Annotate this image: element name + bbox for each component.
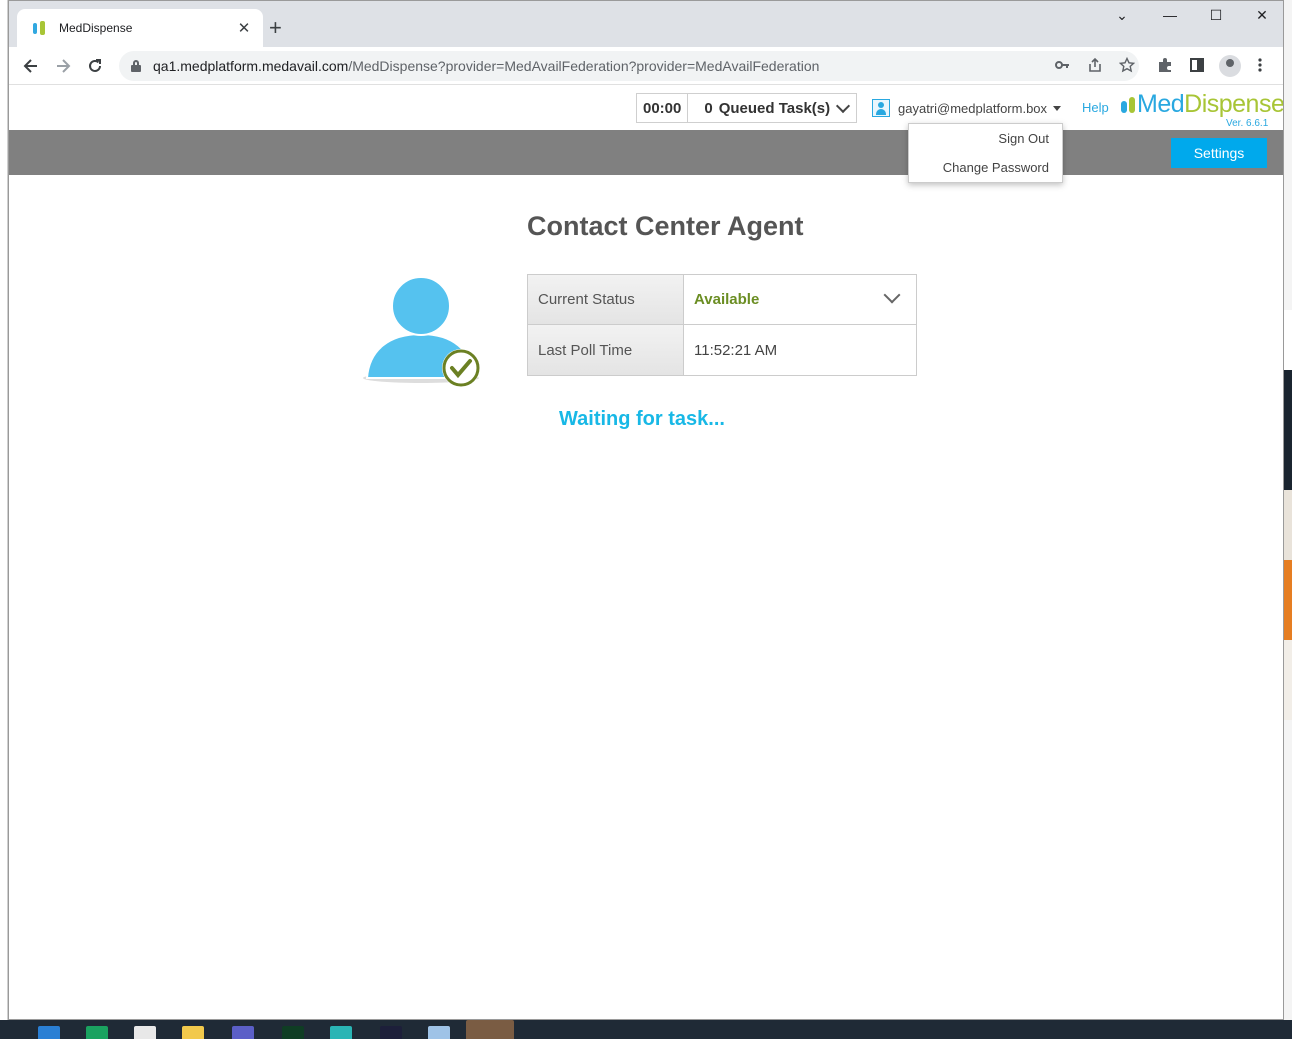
page-title: Contact Center Agent bbox=[527, 211, 804, 241]
background-right-window bbox=[1284, 0, 1292, 1020]
app-icon[interactable] bbox=[428, 1026, 450, 1039]
address-bar[interactable]: qa1.medplatform.medavail.com/MedDispense… bbox=[119, 51, 1139, 81]
chevron-down-icon[interactable] bbox=[883, 286, 901, 304]
last-poll-value: 11:52:21 AM bbox=[694, 341, 778, 359]
version-label: Ver. 6.6.1 bbox=[1226, 118, 1269, 129]
user-dropdown-menu: Sign Out Change Password bbox=[908, 123, 1063, 183]
side-panel-icon[interactable] bbox=[1189, 57, 1205, 78]
tab-close-icon[interactable]: ✕ bbox=[235, 19, 253, 37]
user-icon bbox=[872, 99, 890, 117]
app-icon[interactable] bbox=[282, 1026, 304, 1039]
meddispense-favicon-icon bbox=[33, 20, 49, 36]
last-poll-label: Last Poll Time bbox=[528, 325, 684, 375]
browser-window: MedDispense ✕ + ⌄ — ☐ ✕ qa1.medplatform.… bbox=[8, 0, 1284, 1020]
mail-app-icon[interactable] bbox=[38, 1026, 60, 1039]
kebab-menu-icon[interactable] bbox=[1257, 57, 1263, 78]
lock-icon[interactable] bbox=[131, 60, 141, 72]
status-value: Available bbox=[694, 291, 760, 308]
minimize-button[interactable]: — bbox=[1147, 7, 1193, 23]
url-text: qa1.medplatform.medavail.com/MedDispense… bbox=[153, 58, 820, 74]
windows-taskbar bbox=[0, 1020, 1292, 1039]
table-row: Current Status Available bbox=[528, 275, 916, 325]
status-table: Current Status Available Last Poll Time … bbox=[527, 274, 917, 376]
nav-bar: Settings bbox=[9, 130, 1283, 175]
new-tab-button[interactable]: + bbox=[269, 17, 282, 39]
sign-out-menu-item[interactable]: Sign Out bbox=[909, 124, 1062, 153]
help-link[interactable]: Help bbox=[1082, 100, 1109, 115]
back-icon[interactable] bbox=[15, 50, 47, 82]
table-row: Last Poll Time 11:52:21 AM bbox=[528, 325, 916, 375]
close-window-button[interactable]: ✕ bbox=[1239, 7, 1283, 24]
background-left-window bbox=[0, 0, 8, 1020]
task-timer-widget[interactable]: 00:00 0 Queued Task(s) bbox=[636, 93, 858, 123]
star-icon[interactable] bbox=[1118, 56, 1136, 77]
app-header: 00:00 0 Queued Task(s) gayatri@medplatfo… bbox=[9, 85, 1283, 130]
chrome-app-icon[interactable] bbox=[466, 1020, 514, 1039]
browser-tab[interactable]: MedDispense ✕ bbox=[17, 9, 263, 47]
user-menu[interactable]: gayatri@medplatform.box bbox=[872, 99, 1062, 117]
edge-app-icon[interactable] bbox=[86, 1026, 108, 1039]
store-app-icon[interactable] bbox=[134, 1026, 156, 1039]
meddispense-logo: MedDispense Ver. 6.6.1 bbox=[1121, 91, 1283, 129]
waiting-status-text: Waiting for task... bbox=[559, 408, 725, 430]
status-select[interactable]: Available bbox=[684, 275, 916, 324]
user-email: gayatri@medplatform.box bbox=[898, 100, 1048, 116]
browser-toolbar: qa1.medplatform.medavail.com/MedDispense… bbox=[9, 47, 1283, 85]
queued-count: 0 bbox=[704, 99, 713, 117]
app-icon[interactable] bbox=[380, 1026, 402, 1039]
teams-app-icon[interactable] bbox=[232, 1026, 254, 1039]
maximize-button[interactable]: ☐ bbox=[1193, 7, 1239, 24]
tab-title: MedDispense bbox=[59, 21, 133, 35]
file-explorer-icon[interactable] bbox=[182, 1026, 204, 1039]
profile-icon[interactable] bbox=[1219, 55, 1241, 77]
logo-mark-icon bbox=[1121, 97, 1135, 113]
tab-search-icon[interactable]: ⌄ bbox=[1099, 7, 1145, 24]
change-password-menu-item[interactable]: Change Password bbox=[909, 153, 1062, 182]
title-bar: MedDispense ✕ + ⌄ — ☐ ✕ bbox=[9, 1, 1283, 47]
caret-down-icon[interactable] bbox=[1053, 105, 1062, 111]
chevron-down-icon[interactable] bbox=[836, 98, 851, 114]
agent-available-icon bbox=[359, 274, 489, 389]
task-timer: 00:00 bbox=[637, 94, 689, 122]
app-icon[interactable] bbox=[330, 1026, 352, 1039]
extensions-icon[interactable] bbox=[1157, 57, 1173, 78]
current-status-label: Current Status bbox=[528, 275, 684, 324]
queued-label: Queued Task(s) bbox=[718, 99, 831, 117]
reload-icon[interactable] bbox=[79, 50, 111, 82]
forward-icon[interactable] bbox=[47, 50, 79, 82]
settings-button[interactable]: Settings bbox=[1171, 138, 1267, 168]
key-icon[interactable] bbox=[1054, 57, 1070, 77]
share-icon[interactable] bbox=[1087, 57, 1103, 77]
